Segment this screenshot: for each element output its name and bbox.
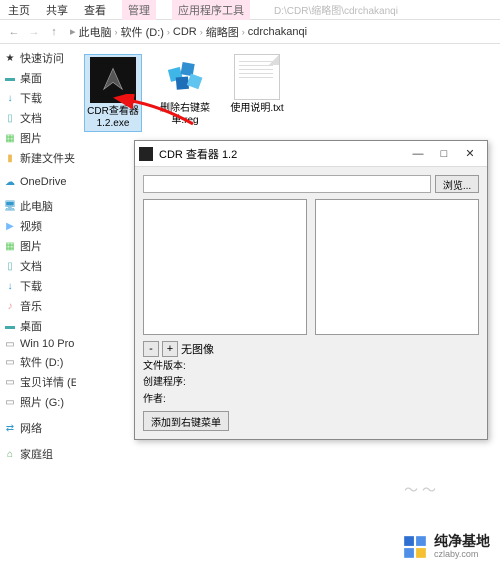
music-icon: ♪: [4, 300, 16, 312]
drive-icon: ▭: [4, 356, 16, 368]
meta-author: 作者:: [143, 393, 479, 407]
zoom-in-button[interactable]: +: [162, 341, 178, 357]
maximize-button[interactable]: □: [431, 144, 457, 164]
bc-folder1[interactable]: CDR: [173, 26, 197, 38]
video-icon: ▶: [4, 220, 16, 232]
sidebar-desktop2[interactable]: ▬桌面: [2, 316, 76, 336]
nav-sidebar: ★快速访问 ▬桌面 ↓下载 ▯文档 ▦图片 ▮新建文件夹 (8) ☁OneDri…: [0, 44, 78, 570]
pc-icon: 🖥: [4, 200, 16, 212]
watermark: 纯净基地 czlaby.com: [402, 534, 490, 560]
desktop-icon: ▬: [4, 72, 16, 84]
drive-icon: ▭: [4, 396, 16, 408]
document-icon: ▯: [4, 260, 16, 272]
watermark-name: 纯净基地: [434, 534, 490, 549]
path-input[interactable]: [143, 175, 431, 193]
file-label: 使用说明.txt: [230, 103, 283, 115]
meta-version: 文件版本:: [143, 360, 479, 374]
sidebar-desktop[interactable]: ▬桌面: [2, 68, 76, 88]
sidebar-drive-e[interactable]: ▭宝贝详情 (E:): [2, 372, 76, 392]
add-context-menu-button[interactable]: 添加到右键菜单: [143, 411, 229, 431]
sidebar-downloads2[interactable]: ↓下载: [2, 276, 76, 296]
sidebar-network[interactable]: ⇄网络: [2, 418, 76, 438]
tab-manage[interactable]: 管理: [122, 0, 156, 20]
file-exe[interactable]: CDR查看器1.2.exe: [84, 54, 142, 132]
browse-button[interactable]: 浏览...: [435, 175, 479, 193]
meta-creator: 创建程序:: [143, 376, 479, 390]
sidebar-onedrive[interactable]: ☁OneDrive: [2, 174, 76, 190]
minimize-button[interactable]: —: [405, 144, 431, 164]
bc-drive[interactable]: 软件 (D:): [121, 24, 164, 40]
download-icon: ↓: [4, 280, 16, 292]
address-bar: ← → ↑ ▸ 此电脑› 软件 (D:)› CDR› 缩略图› cdrchaka…: [0, 20, 500, 44]
sidebar-documents[interactable]: ▯文档: [2, 108, 76, 128]
ribbon-tabs: 主页 共享 查看 管理 应用程序工具 D:\CDR\缩略图\cdrchakanq…: [0, 0, 500, 20]
sidebar-quick-access[interactable]: ★快速访问: [2, 48, 76, 68]
sidebar-music[interactable]: ♪音乐: [2, 296, 76, 316]
preview-panel: [315, 199, 479, 335]
watermark-url: czlaby.com: [434, 550, 490, 560]
file-label: CDR查看器1.2.exe: [87, 106, 139, 129]
tab-view[interactable]: 查看: [84, 2, 106, 18]
dialog-title: CDR 查看器 1.2: [159, 146, 405, 162]
network-icon: ⇄: [4, 422, 16, 434]
sidebar-downloads[interactable]: ↓下载: [2, 88, 76, 108]
tab-apptools[interactable]: 应用程序工具: [172, 0, 250, 20]
document-icon: ▯: [4, 112, 16, 124]
cloud-icon: ☁: [4, 176, 16, 188]
exe-thumbnail: [90, 57, 136, 103]
breadcrumb[interactable]: ▸ 此电脑› 软件 (D:)› CDR› 缩略图› cdrchakanqi: [70, 24, 307, 40]
sidebar-newfolder[interactable]: ▮新建文件夹 (8): [2, 148, 76, 168]
tab-home[interactable]: 主页: [8, 2, 30, 18]
forward-button[interactable]: →: [26, 24, 42, 40]
star-icon: ★: [4, 52, 16, 64]
tab-share[interactable]: 共享: [46, 2, 68, 18]
sidebar-homegroup[interactable]: ⌂家庭组: [2, 444, 76, 464]
sidebar-drive-d[interactable]: ▭软件 (D:): [2, 352, 76, 372]
picture-icon: ▦: [4, 240, 16, 252]
sidebar-documents2[interactable]: ▯文档: [2, 256, 76, 276]
sidebar-drive-g[interactable]: ▭照片 (G:): [2, 392, 76, 412]
bc-root[interactable]: 此电脑: [79, 24, 112, 40]
file-label: 删除右键菜单.reg: [156, 103, 214, 126]
sidebar-thispc[interactable]: 🖥此电脑: [2, 196, 76, 216]
bc-folder3[interactable]: cdrchakanqi: [248, 26, 307, 38]
download-icon: ↓: [4, 92, 16, 104]
sidebar-drive-c[interactable]: ▭Win 10 Pro x64 (C:): [2, 336, 76, 352]
sidebar-pictures[interactable]: ▦图片: [2, 128, 76, 148]
sidebar-pictures2[interactable]: ▦图片: [2, 236, 76, 256]
decoration-wave: ～～: [404, 480, 440, 500]
back-button[interactable]: ←: [6, 24, 22, 40]
txt-thumbnail: [234, 54, 280, 100]
dialog-titlebar[interactable]: CDR 查看器 1.2 — □ ✕: [135, 141, 487, 167]
no-image-label: 无图像: [181, 341, 214, 357]
close-button[interactable]: ✕: [457, 144, 483, 164]
cdr-viewer-dialog: CDR 查看器 1.2 — □ ✕ 浏览... - + 无图像 文件版本: 创建…: [134, 140, 488, 440]
up-button[interactable]: ↑: [46, 24, 62, 40]
title-path-hint: D:\CDR\缩略图\cdrchakanqi: [274, 2, 398, 17]
homegroup-icon: ⌂: [4, 448, 16, 460]
file-reg[interactable]: 删除右键菜单.reg: [156, 54, 214, 126]
desktop-icon: ▬: [4, 320, 16, 332]
watermark-logo-icon: [402, 534, 428, 560]
picture-icon: ▦: [4, 132, 16, 144]
app-icon: [139, 147, 153, 161]
folder-icon: ▮: [4, 152, 16, 164]
drive-icon: ▭: [4, 376, 16, 388]
drive-icon: ▭: [4, 338, 16, 350]
reg-thumbnail: [162, 54, 208, 100]
zoom-out-button[interactable]: -: [143, 341, 159, 357]
file-txt[interactable]: 使用说明.txt: [228, 54, 286, 115]
bc-folder2[interactable]: 缩略图: [206, 24, 239, 40]
file-list-panel[interactable]: [143, 199, 307, 335]
sidebar-videos[interactable]: ▶视频: [2, 216, 76, 236]
